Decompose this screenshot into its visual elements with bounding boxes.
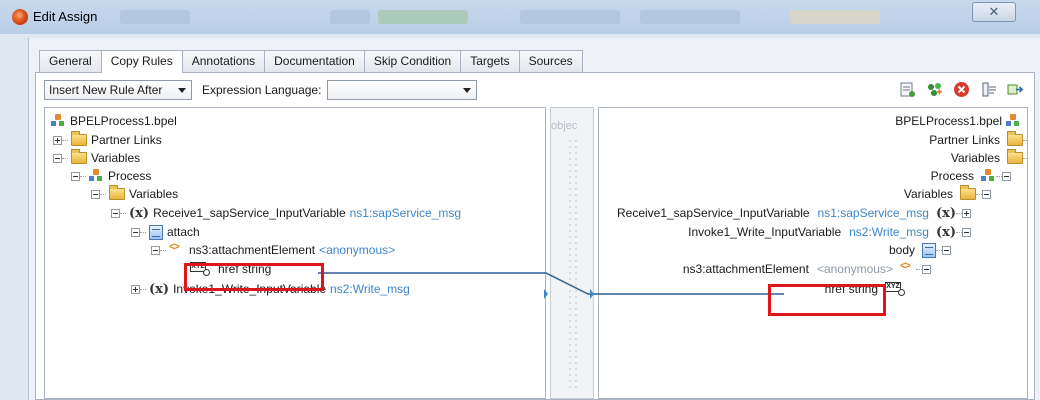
expression-language-label: Expression Language: xyxy=(202,83,322,97)
collapse-minus-icon[interactable] xyxy=(71,171,80,181)
tree-node-source-attachment-element[interactable]: ns3:attachmentElement <anonymous> xyxy=(151,241,395,259)
folder-icon xyxy=(109,185,125,200)
tree-node-target-partner-links[interactable]: Partner Links xyxy=(929,131,1027,149)
tab-sources[interactable]: Sources xyxy=(518,50,583,72)
variable-icon: (x) xyxy=(935,224,956,240)
folder-icon xyxy=(71,131,87,146)
gutter-dots xyxy=(567,138,581,388)
tree-node-target-variables[interactable]: Variables xyxy=(951,149,1027,167)
tree-node-source-process[interactable]: Process xyxy=(71,167,151,185)
tree-node-source-partner-links[interactable]: Partner Links xyxy=(53,131,162,149)
expand-plus-icon[interactable] xyxy=(131,284,140,294)
variable-icon: (x) xyxy=(149,281,170,297)
insert-rule-select[interactable]: Insert New Rule After xyxy=(44,80,192,100)
background-window-blur xyxy=(790,10,880,24)
tree-node-target-process-variables[interactable]: Variables xyxy=(904,185,991,203)
insert-rule-select-value: Insert New Rule After xyxy=(49,83,163,97)
collapse-minus-icon[interactable] xyxy=(53,153,62,163)
expand-icon[interactable] xyxy=(1007,81,1024,98)
tree-node-target-root[interactable]: BPELProcess1.bpel xyxy=(895,112,1021,130)
message-part-icon xyxy=(149,224,163,240)
folder-icon xyxy=(71,149,87,164)
tab-documentation[interactable]: Documentation xyxy=(264,50,365,72)
source-tree-pane[interactable]: BPELProcess1.bpel Partner Links Variable… xyxy=(44,107,546,399)
tab-targets[interactable]: Targets xyxy=(460,50,520,72)
tab-strip: General Copy Rules Annotations Documenta… xyxy=(39,50,583,73)
target-tree-pane[interactable]: BPELProcess1.bpel Partner Links Variable… xyxy=(598,107,1028,399)
folder-icon xyxy=(960,185,976,200)
bpel-process-icon xyxy=(1006,114,1021,128)
target-href-highlight xyxy=(768,284,886,316)
mapping-gutter: objec xyxy=(550,107,594,399)
collapse-minus-icon[interactable] xyxy=(1002,171,1011,181)
tree-node-source-receive-variable[interactable]: (x) Receive1_sapService_InputVariable ns… xyxy=(111,204,461,222)
process-icon xyxy=(89,169,104,183)
process-icon xyxy=(981,169,996,183)
sort-icon[interactable] xyxy=(899,81,916,98)
collapse-minus-icon[interactable] xyxy=(922,264,931,274)
variable-icon: (x) xyxy=(129,205,150,221)
tree-node-source-process-variables[interactable]: Variables xyxy=(91,185,178,203)
collapse-minus-icon[interactable] xyxy=(111,208,120,218)
message-part-icon xyxy=(922,242,936,258)
folder-icon xyxy=(1007,131,1023,146)
expression-language-select[interactable] xyxy=(327,80,478,100)
tree-node-target-body[interactable]: body xyxy=(889,241,951,259)
tree-node-target-process[interactable]: Process xyxy=(931,167,1011,185)
tree-node-source-variables[interactable]: Variables xyxy=(53,149,140,167)
collapse-minus-icon[interactable] xyxy=(91,189,100,199)
chevron-down-icon xyxy=(178,88,186,93)
background-window-blur xyxy=(120,10,190,24)
tab-copy-rules[interactable]: Copy Rules xyxy=(100,50,183,73)
edit-assign-dialog: General Copy Rules Annotations Documenta… xyxy=(28,38,1040,400)
tree-node-source-root[interactable]: BPELProcess1.bpel xyxy=(51,112,177,130)
copy-rules-panel: Insert New Rule After Expression Languag… xyxy=(35,72,1035,400)
collapse-minus-icon[interactable] xyxy=(982,189,991,199)
copy-rules-toolbar: Insert New Rule After Expression Languag… xyxy=(44,79,478,101)
tree-node-target-attachment-element[interactable]: ns3:attachmentElement <anonymous> xyxy=(683,260,931,278)
tab-annotations[interactable]: Annotations xyxy=(181,50,266,72)
collapse-minus-icon[interactable] xyxy=(962,227,971,237)
tab-general[interactable]: General xyxy=(39,50,102,72)
oracle-app-icon xyxy=(12,9,28,25)
collapse-minus-icon[interactable] xyxy=(131,227,140,237)
add-rule-icon[interactable] xyxy=(926,81,943,98)
title-bar: Edit Assign ✕ xyxy=(0,0,1040,34)
element-icon xyxy=(900,260,916,275)
close-button[interactable]: ✕ xyxy=(972,2,1016,22)
properties-icon[interactable] xyxy=(980,81,997,98)
tree-node-target-invoke-variable[interactable]: Invoke1_Write_InputVariable ns2:Write_ms… xyxy=(688,223,971,241)
background-window-blur xyxy=(520,10,620,24)
tree-node-source-attach[interactable]: attach xyxy=(131,223,200,241)
source-href-highlight xyxy=(184,263,324,291)
tab-skip-condition[interactable]: Skip Condition xyxy=(363,50,462,72)
background-window-blur xyxy=(640,10,740,24)
window-title: Edit Assign xyxy=(33,9,98,24)
expand-plus-icon[interactable] xyxy=(53,135,62,145)
folder-icon xyxy=(1007,149,1023,164)
collapse-minus-icon[interactable] xyxy=(942,245,951,255)
chevron-down-icon xyxy=(463,88,472,93)
collapse-minus-icon[interactable] xyxy=(151,245,160,255)
element-icon xyxy=(169,241,185,256)
gutter-label: objec xyxy=(551,120,578,132)
delete-icon[interactable] xyxy=(953,81,970,98)
tree-node-target-receive-variable[interactable]: Receive1_sapService_InputVariable ns1:sa… xyxy=(617,204,971,222)
bpel-process-icon xyxy=(51,114,66,128)
background-window-blur xyxy=(378,10,468,24)
toolbar-icons xyxy=(899,81,1024,98)
expand-plus-icon[interactable] xyxy=(962,208,971,218)
variable-icon: (x) xyxy=(935,205,956,221)
background-window-blur xyxy=(330,10,370,24)
attribute-string-icon: XYZ xyxy=(885,282,907,296)
